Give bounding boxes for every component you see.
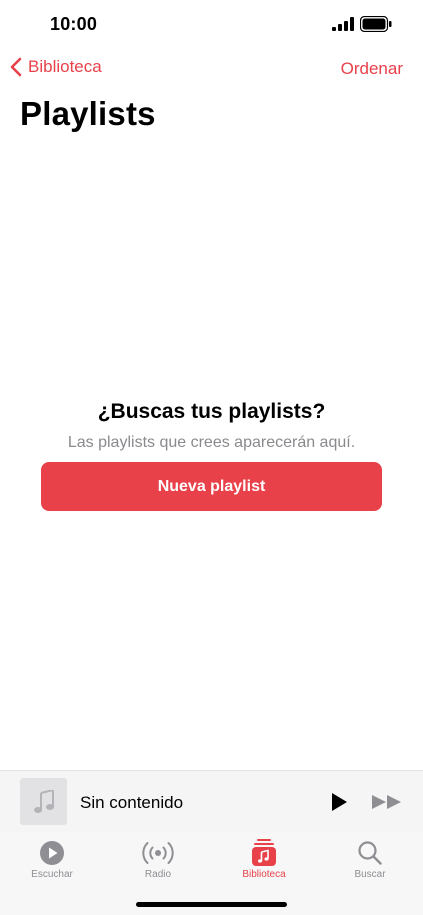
- music-note-icon: [33, 789, 54, 813]
- tab-label: Biblioteca: [242, 869, 286, 880]
- battery-icon: [360, 16, 392, 32]
- chevron-left-icon: [10, 57, 22, 77]
- play-icon[interactable]: [329, 792, 349, 812]
- sort-button[interactable]: Ordenar: [341, 59, 403, 79]
- cellular-signal-icon: [332, 17, 354, 31]
- back-button[interactable]: Biblioteca: [10, 57, 102, 77]
- fast-forward-icon[interactable]: [371, 792, 403, 812]
- library-icon: [252, 839, 276, 866]
- now-playing-title: Sin contenido: [80, 793, 184, 812]
- navigation-bar: Biblioteca Ordenar: [0, 55, 423, 85]
- tab-escuchar[interactable]: Escuchar: [12, 838, 92, 880]
- radio-icon: [142, 842, 174, 864]
- status-bar: 10:00: [0, 0, 423, 50]
- search-icon: [358, 841, 382, 865]
- status-time: 10:00: [50, 14, 98, 34]
- tab-biblioteca[interactable]: Biblioteca: [224, 838, 304, 880]
- tab-buscar[interactable]: Buscar: [330, 838, 410, 880]
- new-playlist-button[interactable]: Nueva playlist: [41, 462, 382, 511]
- tab-label: Buscar: [354, 869, 386, 880]
- back-button-label: Biblioteca: [28, 57, 102, 76]
- empty-state: ¿Buscas tus playlists? Las playlists que…: [0, 400, 423, 452]
- play-circle-icon: [40, 841, 64, 865]
- empty-state-title: ¿Buscas tus playlists?: [97, 400, 326, 423]
- tab-label: Escuchar: [31, 869, 73, 880]
- page-title: Playlists: [20, 95, 156, 132]
- tab-radio[interactable]: Radio: [118, 838, 198, 880]
- mini-player[interactable]: Sin contenido: [0, 770, 423, 834]
- artwork-placeholder: [20, 778, 67, 825]
- empty-state-subtitle: Las playlists que crees aparecerán aquí.: [67, 434, 356, 451]
- tab-label: Radio: [144, 869, 172, 880]
- home-indicator[interactable]: [136, 902, 287, 907]
